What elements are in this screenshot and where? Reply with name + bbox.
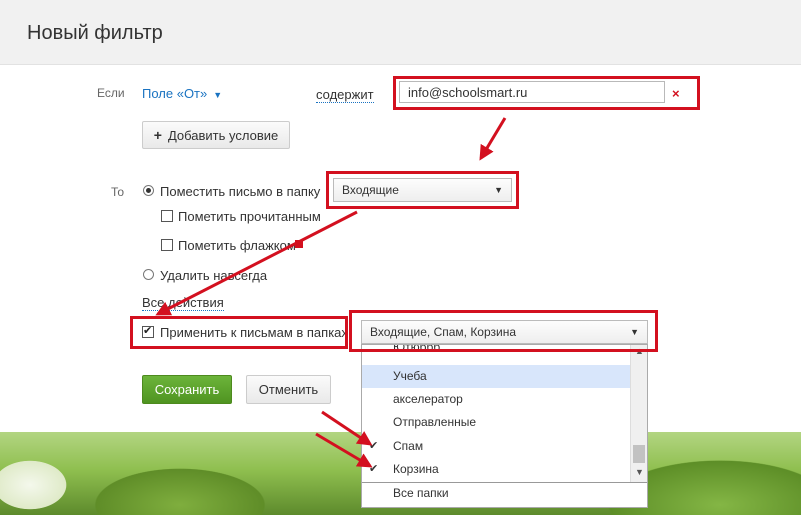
clear-condition-icon[interactable]: × (672, 86, 680, 101)
field-select-label: Поле «От» (142, 86, 208, 101)
folder-select[interactable]: Входящие ▼ (333, 178, 512, 202)
add-condition-label: Добавить условие (167, 127, 279, 143)
dropdown-item-study[interactable]: Учеба (362, 365, 630, 388)
dialog-title: Новый фильтр (27, 22, 163, 44)
scroll-down-icon[interactable]: ▼ (635, 467, 644, 477)
move-to-folder-label: Поместить письмо в папку (160, 184, 321, 199)
checkmark-icon: ✔ (369, 463, 379, 475)
field-select[interactable]: Поле «От» ▼ (142, 86, 222, 101)
all-actions-link[interactable]: Все действия (142, 295, 224, 311)
dropdown-item-label: Ютюббб (393, 344, 441, 354)
flag-icon (295, 240, 303, 248)
folder-select-value: Входящие (342, 183, 399, 197)
add-condition-button[interactable]: + Добавить условие (142, 121, 290, 149)
cancel-button[interactable]: Отменить (246, 375, 331, 404)
mark-flag-label: Пометить флажком (178, 238, 296, 253)
apply-to-folders-label: Применить к письмам в папках (160, 325, 348, 340)
dropdown-item-spam[interactable]: ✔ Спам (362, 435, 630, 458)
dropdown-item-label: акселератор (393, 392, 463, 406)
chevron-down-icon: ▼ (213, 90, 223, 100)
chevron-down-icon: ▼ (494, 185, 503, 195)
dropdown-item-label: Отправленные (393, 415, 477, 429)
delete-forever-label: Удалить навсегда (160, 268, 268, 283)
apply-folders-value: Входящие, Спам, Корзина (370, 325, 517, 339)
dropdown-item-label: Корзина (393, 462, 439, 476)
mark-read-checkbox[interactable] (161, 210, 173, 222)
then-label: То (111, 185, 125, 199)
mark-read-label: Пометить прочитанным (178, 209, 321, 224)
chevron-down-icon: ▼ (630, 327, 639, 337)
scrollbar-thumb[interactable] (633, 445, 645, 463)
operator-select[interactable]: содержит (316, 87, 374, 103)
dropdown-item-sent[interactable]: Отправленные (362, 411, 630, 434)
apply-to-folders-checkbox[interactable] (142, 324, 154, 338)
dropdown-item-trash[interactable]: ✔ Корзина (362, 458, 630, 481)
apply-folders-select[interactable]: Входящие, Спам, Корзина ▼ (361, 320, 648, 344)
folders-dropdown: Ютюббб Учеба акселератор Отправленные ✔ … (361, 344, 648, 508)
move-to-folder-radio[interactable] (143, 185, 154, 196)
condition-value-input[interactable]: info@schoolsmart.ru (399, 81, 665, 103)
dropdown-item-youtube[interactable]: Ютюббб (362, 344, 630, 359)
checkmark-icon: ✔ (369, 440, 379, 452)
mark-flag-checkbox[interactable] (161, 239, 173, 251)
dropdown-scrollbar[interactable]: ▲ ▼ (630, 345, 647, 482)
dialog-header: Новый фильтр (0, 0, 801, 65)
if-label: Если (97, 86, 125, 100)
dropdown-item-accelerator[interactable]: акселератор (362, 388, 630, 411)
dropdown-divider (362, 482, 647, 483)
delete-forever-radio[interactable] (143, 269, 154, 280)
dropdown-item-label: Спам (393, 439, 424, 453)
dropdown-all-folders[interactable]: Все папки (393, 486, 449, 500)
dropdown-item-label: Учеба (393, 369, 427, 383)
save-button[interactable]: Сохранить (142, 375, 232, 404)
plus-icon: + (153, 127, 162, 143)
scroll-up-icon[interactable]: ▲ (635, 346, 644, 356)
